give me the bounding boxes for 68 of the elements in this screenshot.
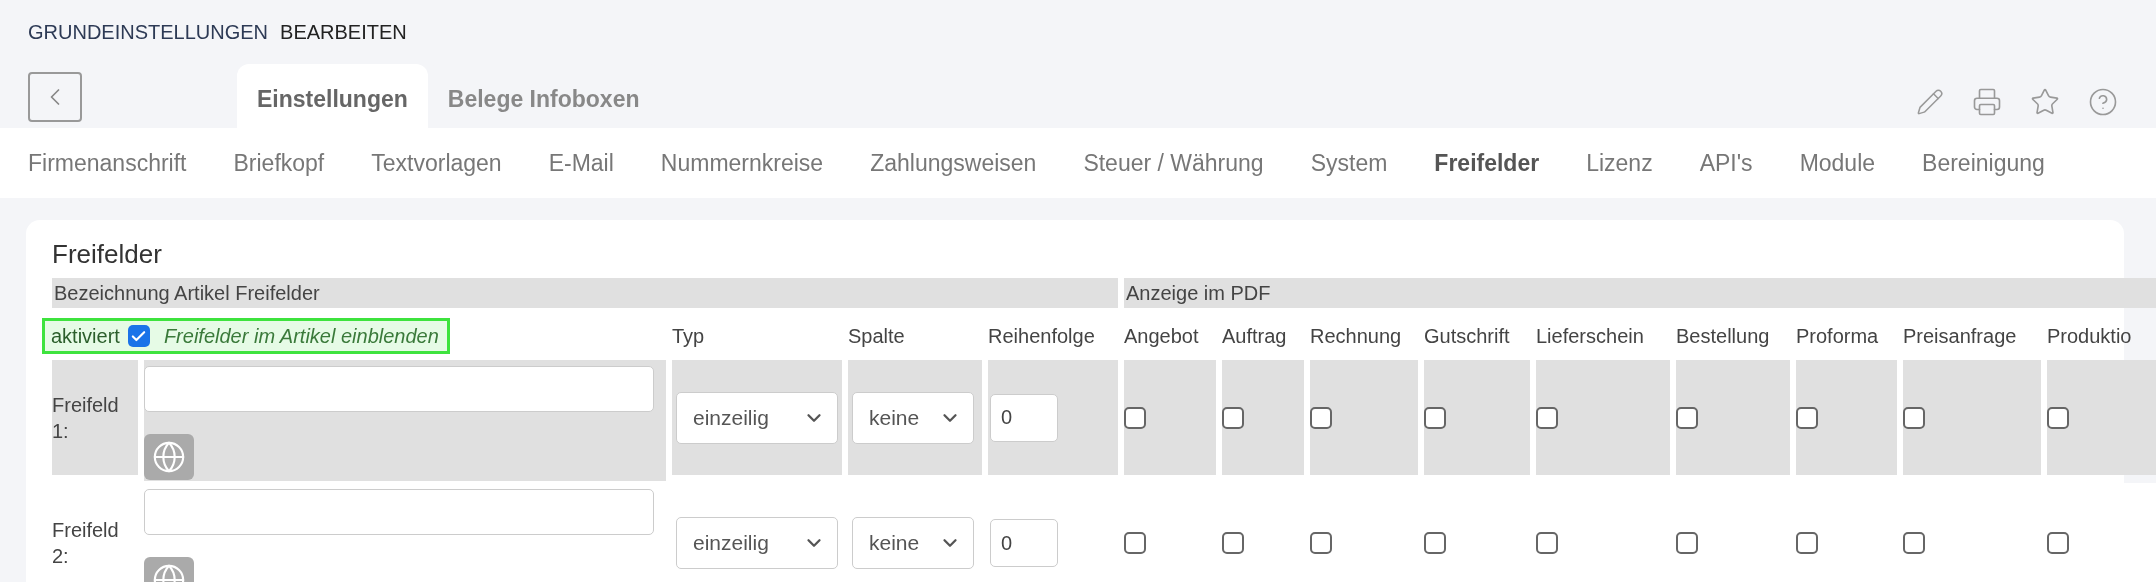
column-header: Rechnung	[1310, 323, 1403, 349]
column-header: Proforma	[1796, 323, 1880, 349]
help-icon[interactable]	[2088, 87, 2118, 117]
pdf-checkbox[interactable]	[1536, 406, 1558, 429]
nav-item[interactable]: Nummernkreise	[660, 149, 824, 177]
nav-item[interactable]: Lizenz	[1586, 149, 1653, 177]
pdf-checkbox[interactable]	[1310, 406, 1332, 429]
nav-item[interactable]: Freifelder	[1434, 149, 1540, 177]
pdf-checkbox[interactable]	[1424, 406, 1446, 429]
pdf-checkbox[interactable]	[1424, 532, 1446, 554]
group-header: Anzeige im PDF	[1124, 278, 2156, 308]
nav-item[interactable]: Briefkopf	[233, 149, 325, 177]
pdf-checkbox[interactable]	[1536, 532, 1558, 554]
activation-checkbox[interactable]	[127, 325, 150, 347]
nav-item[interactable]: Firmenanschrift	[28, 149, 187, 177]
pdf-checkbox[interactable]	[1222, 406, 1244, 429]
column-header: Typ	[672, 323, 706, 349]
pdf-checkbox[interactable]	[1124, 532, 1146, 554]
nav-item[interactable]: Textvorlagen	[371, 149, 502, 177]
star-icon[interactable]	[2030, 87, 2060, 117]
column-header: Spalte	[848, 323, 906, 349]
pdf-checkbox[interactable]	[1796, 406, 1818, 429]
column-header: Preisanfrage	[1903, 323, 2018, 349]
column-header: Auftrag	[1222, 323, 1288, 349]
pdf-checkbox[interactable]	[1124, 406, 1146, 429]
pdf-checkbox[interactable]	[1676, 406, 1698, 429]
row-label: Freifeld 1:	[52, 392, 120, 444]
text-input[interactable]	[144, 489, 654, 535]
nav-item[interactable]: Bereinigung	[1922, 149, 2045, 177]
pdf-checkbox[interactable]	[2047, 406, 2069, 429]
column-header: Angebot	[1124, 323, 1200, 349]
pdf-checkbox[interactable]	[1222, 532, 1244, 554]
edit-icon[interactable]	[1916, 88, 1944, 116]
order-input[interactable]: 0	[990, 519, 1058, 567]
pdf-checkbox[interactable]	[1310, 532, 1332, 554]
column-header: Gutschrift	[1424, 323, 1511, 349]
card-title: Freifelder	[52, 237, 163, 271]
globe-icon	[152, 440, 186, 474]
page-title: GRUNDEINSTELLUNGEN	[28, 20, 269, 44]
type-select[interactable]: einzeilig	[676, 517, 838, 569]
pdf-checkbox[interactable]	[2047, 532, 2069, 554]
column-header: Reihenfolge	[988, 323, 1096, 349]
page-subtitle: BEARBEITEN	[280, 20, 407, 44]
column-header: Lieferschein	[1536, 323, 1645, 349]
column-select[interactable]: keine	[852, 517, 974, 569]
nav-item[interactable]: Zahlungsweisen	[870, 149, 1037, 177]
nav-item[interactable]: Module	[1799, 149, 1876, 177]
text-input[interactable]	[144, 366, 654, 412]
nav-item[interactable]: API's	[1699, 149, 1753, 177]
group-header: Bezeichnung Artikel Freifelder	[52, 278, 1118, 308]
tab[interactable]: Einstellungen	[237, 64, 428, 128]
back-button[interactable]	[28, 72, 82, 122]
pdf-checkbox[interactable]	[1903, 532, 1925, 554]
pdf-checkbox[interactable]	[1796, 532, 1818, 554]
activation-hint: Freifelder im Artikel einblenden	[163, 324, 439, 348]
type-select[interactable]: einzeilig	[676, 391, 838, 444]
pdf-checkbox[interactable]	[1676, 532, 1698, 554]
print-icon[interactable]	[1972, 87, 2002, 117]
nav-item[interactable]: System	[1310, 149, 1388, 177]
activation-label: aktiviert	[51, 324, 120, 348]
column-select[interactable]: keine	[852, 391, 974, 444]
column-header: Bestellung	[1676, 323, 1771, 349]
order-input[interactable]: 0	[990, 393, 1058, 442]
row-label: Freifeld 2:	[52, 518, 120, 569]
column-header: Produktio	[2047, 323, 2133, 349]
pdf-checkbox[interactable]	[1903, 406, 1925, 429]
nav-item[interactable]: Steuer / Währung	[1083, 149, 1264, 177]
nav-item[interactable]: E-Mail	[548, 149, 614, 177]
